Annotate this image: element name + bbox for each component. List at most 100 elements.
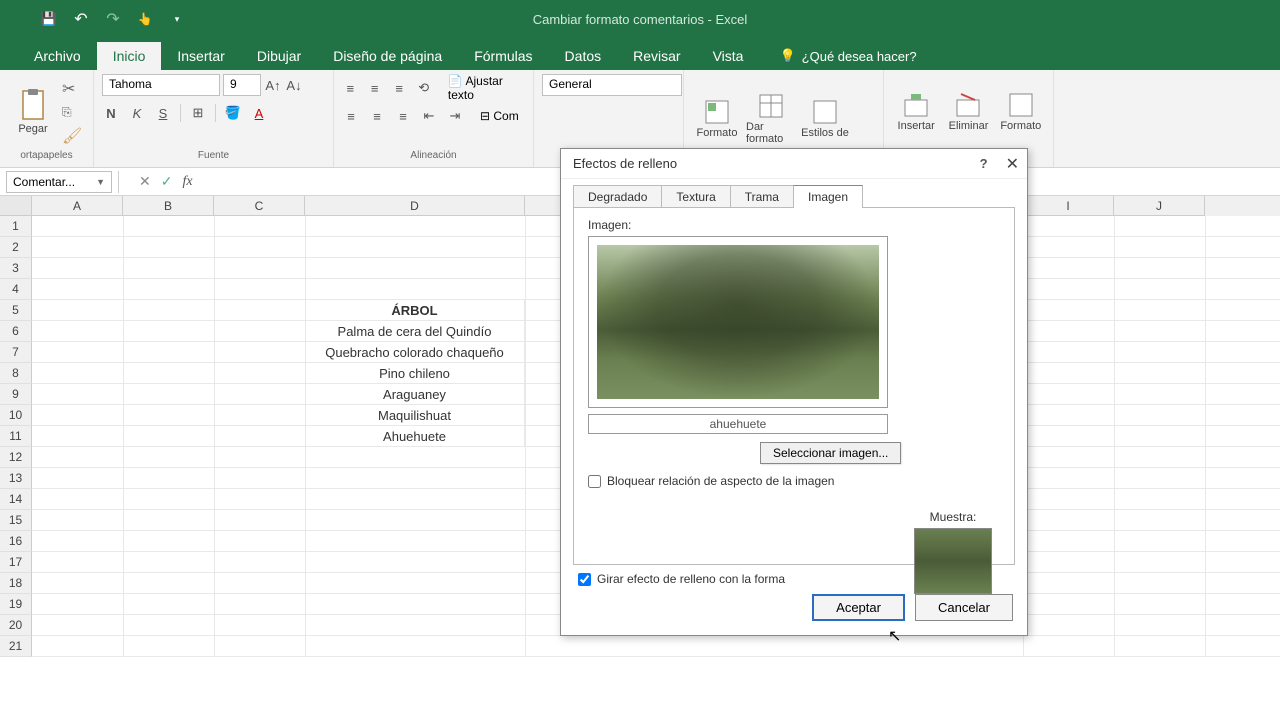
select-all-corner[interactable] (0, 196, 32, 216)
tab-dibujar[interactable]: Dibujar (241, 42, 317, 70)
sample-preview (914, 528, 992, 594)
cell-d7[interactable]: Quebracho colorado chaqueño (305, 342, 525, 363)
wrap-text-button[interactable]: 📄 Ajustar texto (448, 74, 525, 102)
col-header-i[interactable]: I (1023, 196, 1114, 216)
tab-degradado[interactable]: Degradado (573, 185, 662, 208)
col-header-a[interactable]: A (32, 196, 123, 216)
tab-revisar[interactable]: Revisar (617, 42, 696, 70)
align-center-icon[interactable]: ≡ (368, 109, 386, 124)
font-color-icon[interactable]: A (250, 106, 268, 121)
ok-button[interactable]: Aceptar (812, 594, 905, 621)
row-header[interactable]: 4 (0, 279, 32, 300)
row-header[interactable]: 9 (0, 384, 32, 405)
tab-imagen[interactable]: Imagen (793, 185, 863, 208)
chevron-down-icon[interactable]: ▼ (96, 177, 105, 187)
row-header[interactable]: 8 (0, 363, 32, 384)
format-table-button[interactable]: Dar formato (746, 93, 796, 145)
select-image-button[interactable]: Seleccionar imagen... (760, 442, 901, 464)
row-header[interactable]: 17 (0, 552, 32, 573)
tab-textura[interactable]: Textura (661, 185, 730, 208)
tell-me-search[interactable]: 💡 ¿Qué desea hacer? (779, 48, 916, 70)
underline-button[interactable]: S (154, 106, 172, 121)
qat-customize-icon[interactable] (168, 10, 186, 28)
undo-icon[interactable] (72, 10, 90, 28)
delete-cells-button[interactable]: Eliminar (944, 92, 992, 132)
tab-vista[interactable]: Vista (697, 42, 760, 70)
format-painter-icon[interactable]: 🖌 (62, 126, 82, 146)
tab-diseno[interactable]: Diseño de página (317, 42, 458, 70)
row-header[interactable]: 14 (0, 489, 32, 510)
cell-d11[interactable]: Ahuehuete (305, 426, 525, 447)
cell-styles-button[interactable]: Estilos de (800, 99, 850, 139)
row-header[interactable]: 20 (0, 615, 32, 636)
rotate-fill-checkbox[interactable] (578, 573, 591, 586)
row-header[interactable]: 12 (0, 447, 32, 468)
close-icon[interactable]: ✕ (1006, 154, 1019, 174)
col-header-b[interactable]: B (123, 196, 214, 216)
cell-d10[interactable]: Maquilishuat (305, 405, 525, 426)
name-box[interactable]: Comentar... ▼ (6, 171, 112, 193)
tab-archivo[interactable]: Archivo (18, 42, 97, 70)
touch-mode-icon[interactable] (136, 10, 154, 28)
increase-font-icon[interactable]: A↑ (264, 78, 282, 93)
cancel-button[interactable]: Cancelar (915, 594, 1013, 621)
col-header-d[interactable]: D (305, 196, 525, 216)
align-middle-icon[interactable]: ≡ (366, 81, 382, 96)
row-header[interactable]: 18 (0, 573, 32, 594)
row-header[interactable]: 11 (0, 426, 32, 447)
merge-button[interactable]: ⊟ Com (480, 109, 519, 123)
tab-datos[interactable]: Datos (549, 42, 618, 70)
fill-color-icon[interactable]: 🪣 (224, 105, 242, 121)
row-header[interactable]: 3 (0, 258, 32, 279)
row-header[interactable]: 7 (0, 342, 32, 363)
tab-formulas[interactable]: Fórmulas (458, 42, 548, 70)
tab-inicio[interactable]: Inicio (97, 42, 162, 70)
number-format-select[interactable]: General (542, 74, 682, 96)
lock-aspect-checkbox[interactable] (588, 475, 601, 488)
insert-cells-button[interactable]: Insertar (892, 92, 940, 132)
cut-icon[interactable]: ✂ (62, 79, 82, 99)
bold-button[interactable]: N (102, 106, 120, 121)
row-header[interactable]: 6 (0, 321, 32, 342)
italic-button[interactable]: K (128, 106, 146, 121)
row-header[interactable]: 19 (0, 594, 32, 615)
save-icon[interactable] (40, 10, 58, 28)
row-header[interactable]: 2 (0, 237, 32, 258)
cancel-formula-icon[interactable]: ✕ (139, 173, 151, 190)
borders-icon[interactable]: ⊞ (189, 105, 207, 121)
decrease-indent-icon[interactable]: ⇤ (420, 108, 438, 124)
align-bottom-icon[interactable]: ≡ (391, 81, 407, 96)
orientation-icon[interactable]: ⟲ (415, 80, 431, 96)
redo-icon[interactable] (104, 10, 122, 28)
row-header[interactable]: 15 (0, 510, 32, 531)
cell-d5[interactable]: ÁRBOL (305, 300, 525, 321)
row-header[interactable]: 21 (0, 636, 32, 657)
format-cells-button[interactable]: Formato (997, 92, 1045, 132)
row-header[interactable]: 5 (0, 300, 32, 321)
row-header[interactable]: 16 (0, 531, 32, 552)
align-right-icon[interactable]: ≡ (394, 109, 412, 124)
font-name-select[interactable]: Tahoma (102, 74, 220, 96)
row-header[interactable]: 1 (0, 216, 32, 237)
col-header-j[interactable]: J (1114, 196, 1205, 216)
col-header-c[interactable]: C (214, 196, 305, 216)
row-header[interactable]: 10 (0, 405, 32, 426)
fx-icon[interactable]: fx (182, 174, 192, 190)
cell-d8[interactable]: Pino chileno (305, 363, 525, 384)
cell-d6[interactable]: Palma de cera del Quindío (305, 321, 525, 342)
tab-trama[interactable]: Trama (730, 185, 794, 208)
increase-indent-icon[interactable]: ⇥ (446, 108, 464, 124)
paste-button[interactable]: Pegar (8, 89, 58, 135)
conditional-format-button[interactable]: Formato (692, 99, 742, 139)
copy-icon[interactable]: ⎘ (62, 105, 82, 120)
clipboard-icon (19, 89, 47, 121)
font-size-select[interactable]: 9 (223, 74, 261, 96)
row-header[interactable]: 13 (0, 468, 32, 489)
decrease-font-icon[interactable]: A↓ (285, 78, 303, 93)
tab-insertar[interactable]: Insertar (161, 42, 240, 70)
align-left-icon[interactable]: ≡ (342, 109, 360, 124)
cell-d9[interactable]: Araguaney (305, 384, 525, 405)
help-icon[interactable]: ? (980, 156, 988, 171)
align-top-icon[interactable]: ≡ (342, 81, 358, 96)
accept-formula-icon[interactable]: ✓ (161, 173, 173, 190)
